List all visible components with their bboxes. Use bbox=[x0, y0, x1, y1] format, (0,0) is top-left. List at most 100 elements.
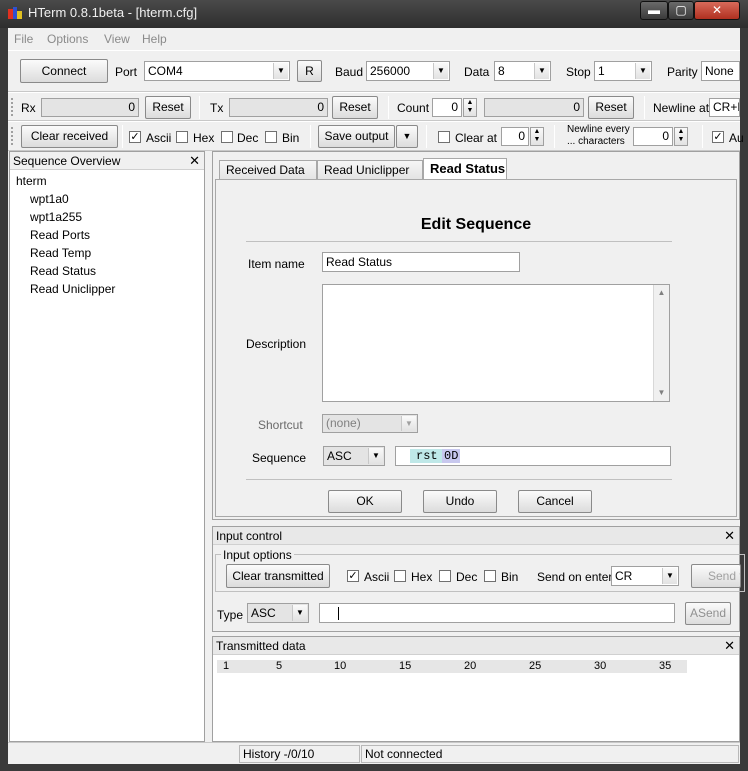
save-output-button[interactable]: Save output bbox=[318, 125, 395, 148]
port-select[interactable]: COM4 ▼ bbox=[144, 61, 290, 81]
clear-at-input[interactable]: 0 bbox=[501, 127, 529, 146]
toolbar-grip[interactable] bbox=[10, 97, 14, 117]
ascii-checkbox[interactable]: ✓ bbox=[129, 131, 141, 143]
dec-checkbox[interactable] bbox=[221, 131, 233, 143]
refresh-ports-button[interactable]: R bbox=[297, 60, 322, 82]
count-stepper[interactable]: ▲ ▼ bbox=[463, 98, 477, 117]
stop-bits-select[interactable]: 1 ▼ bbox=[594, 61, 652, 81]
status-bar: History -/0/10 Not connected bbox=[8, 742, 740, 764]
toolbar-grip[interactable] bbox=[10, 126, 14, 147]
menu-file[interactable]: File bbox=[14, 32, 33, 46]
sequence-input[interactable]: rst 0D bbox=[395, 446, 671, 466]
title-bar[interactable]: HTerm 0.8.1beta - [hterm.cfg] ▬ ▢ ✕ bbox=[0, 0, 748, 28]
tab-read-status[interactable]: Read Status bbox=[423, 158, 507, 179]
sequence-overview-header: Sequence Overview ✕ bbox=[10, 152, 204, 170]
separator bbox=[122, 125, 123, 148]
newline-every-input[interactable]: 0 bbox=[633, 127, 673, 146]
parity-select[interactable]: None bbox=[701, 61, 740, 81]
sequence-text-token: rst bbox=[410, 449, 442, 463]
stop-label: Stop bbox=[566, 65, 591, 79]
scrollbar[interactable]: ▲ ▼ bbox=[653, 285, 669, 401]
undo-button[interactable]: Undo bbox=[423, 490, 497, 513]
ruler-tick: 15 bbox=[399, 660, 412, 672]
cancel-button[interactable]: Cancel bbox=[518, 490, 592, 513]
chevron-down-icon: ▼ bbox=[534, 63, 549, 79]
shortcut-select[interactable]: (none) ▼ bbox=[322, 414, 418, 433]
ok-button[interactable]: OK bbox=[328, 490, 402, 513]
autoscroll-checkbox[interactable]: ✓ bbox=[712, 131, 724, 143]
description-textarea[interactable]: ▲ ▼ bbox=[322, 284, 670, 402]
tx-reset-button[interactable]: Reset bbox=[332, 96, 378, 119]
ascii-label: Ascii bbox=[146, 131, 172, 145]
tree-item[interactable]: wpt1a0 bbox=[30, 192, 69, 206]
maximize-button[interactable]: ▢ bbox=[668, 1, 694, 20]
menu-options[interactable]: Options bbox=[47, 32, 88, 46]
newline-every-label: Newline every bbox=[567, 124, 630, 135]
input-control-panel: Input control ✕ Input options Clear tran… bbox=[212, 526, 745, 632]
transmitted-data-title: Transmitted data bbox=[216, 639, 306, 653]
input-hex-checkbox[interactable] bbox=[394, 570, 406, 582]
tab-read-uniclipper[interactable]: Read Uniclipper bbox=[317, 160, 423, 179]
data-bits-select[interactable]: 8 ▼ bbox=[494, 61, 551, 81]
text-cursor bbox=[338, 607, 339, 620]
separator bbox=[554, 125, 555, 148]
tab-bar: Received Data Read Uniclipper Read Statu… bbox=[213, 152, 739, 182]
close-button[interactable]: ✕ bbox=[694, 1, 740, 20]
count-reset-button[interactable]: Reset bbox=[588, 96, 634, 119]
sequence-mode-select[interactable]: ASC ▼ bbox=[323, 446, 385, 466]
dec-label: Dec bbox=[237, 131, 259, 145]
type-value: ASC bbox=[251, 606, 276, 620]
close-icon[interactable]: ✕ bbox=[724, 638, 735, 654]
menu-view[interactable]: View bbox=[104, 32, 130, 46]
ruler-tick: 25 bbox=[529, 660, 542, 672]
tab-received-data[interactable]: Received Data bbox=[219, 160, 317, 179]
newline-at-select[interactable]: CR+L bbox=[709, 98, 740, 117]
send-file-button[interactable]: Send f bbox=[691, 564, 741, 588]
parity-value: None bbox=[705, 64, 734, 78]
input-dec-checkbox[interactable] bbox=[439, 570, 451, 582]
asend-button[interactable]: ASend bbox=[685, 602, 731, 625]
ruler-tick: 35 bbox=[659, 660, 672, 672]
clear-received-button[interactable]: Clear received bbox=[21, 125, 118, 148]
baud-select[interactable]: 256000 ▼ bbox=[366, 61, 450, 81]
send-input[interactable] bbox=[319, 603, 675, 623]
type-select[interactable]: ASC ▼ bbox=[247, 603, 309, 623]
chevron-down-icon: ▼ bbox=[401, 416, 416, 431]
scroll-down-icon[interactable]: ▼ bbox=[654, 385, 669, 401]
send-on-enter-select[interactable]: CR ▼ bbox=[611, 566, 679, 586]
close-icon[interactable]: ✕ bbox=[189, 153, 200, 169]
clear-at-checkbox[interactable] bbox=[438, 131, 450, 143]
type-label: Type bbox=[217, 608, 244, 622]
port-value: COM4 bbox=[148, 64, 183, 78]
menu-help[interactable]: Help bbox=[142, 32, 167, 46]
save-output-dropdown[interactable]: ▼ bbox=[396, 125, 418, 148]
tx-label: Tx bbox=[210, 101, 224, 115]
item-name-input[interactable]: Read Status bbox=[322, 252, 520, 272]
clear-at-stepper[interactable]: ▲ ▼ bbox=[530, 127, 544, 146]
divider bbox=[246, 479, 672, 480]
tree-item[interactable]: Read Status bbox=[30, 264, 96, 278]
tree-item[interactable]: Read Ports bbox=[30, 228, 90, 242]
newline-every-stepper[interactable]: ▲ ▼ bbox=[674, 127, 688, 146]
count-input[interactable]: 0 bbox=[432, 98, 462, 117]
minimize-button[interactable]: ▬ bbox=[640, 1, 668, 20]
connect-button[interactable]: Connect bbox=[20, 59, 108, 83]
tree-root[interactable]: hterm bbox=[16, 174, 47, 188]
input-bin-checkbox[interactable] bbox=[484, 570, 496, 582]
edit-sequence-page: Edit Sequence Item name Read Status Desc… bbox=[215, 179, 737, 517]
tree-item[interactable]: Read Uniclipper bbox=[30, 282, 115, 296]
chevron-down-icon: ▼ bbox=[433, 63, 448, 79]
tx-counter: 0 bbox=[229, 98, 328, 117]
rx-reset-button[interactable]: Reset bbox=[145, 96, 191, 119]
tree-item[interactable]: Read Temp bbox=[30, 246, 91, 260]
input-ascii-checkbox[interactable]: ✓ bbox=[347, 570, 359, 582]
close-icon[interactable]: ✕ bbox=[724, 528, 735, 544]
hex-checkbox[interactable] bbox=[176, 131, 188, 143]
scroll-up-icon[interactable]: ▲ bbox=[654, 285, 669, 301]
tree-item[interactable]: wpt1a255 bbox=[30, 210, 82, 224]
bin-checkbox[interactable] bbox=[265, 131, 277, 143]
clear-transmitted-button[interactable]: Clear transmitted bbox=[226, 564, 330, 588]
app-window: HTerm 0.8.1beta - [hterm.cfg] ▬ ▢ ✕ File… bbox=[0, 0, 748, 771]
display-toolbar: Clear received ✓ Ascii Hex Dec Bin Save … bbox=[8, 121, 744, 151]
chevron-down-icon: ▼ bbox=[368, 448, 383, 464]
